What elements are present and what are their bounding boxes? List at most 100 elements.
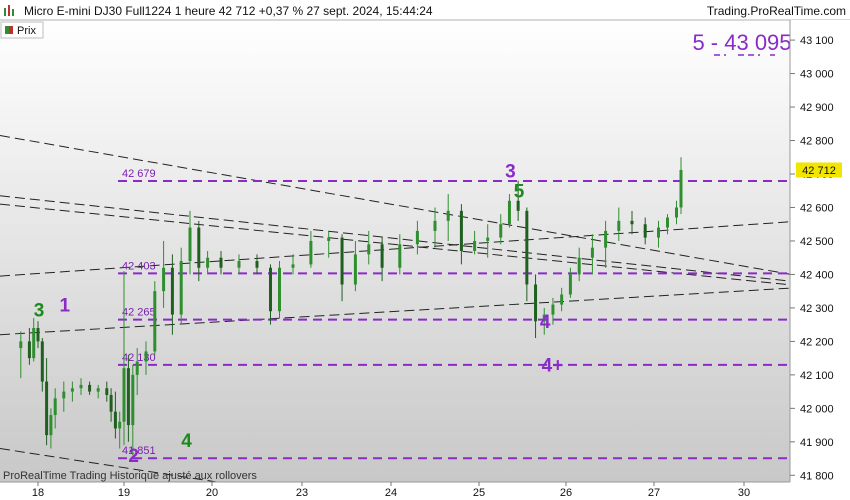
candle-body-53 [534, 284, 538, 322]
level-label-2: 42 403 [122, 260, 156, 272]
candle-body-17 [118, 421, 122, 429]
wave-label-1: 3 [34, 300, 45, 321]
x-tick-label-8: 27 [648, 487, 660, 499]
footer-text: ProRealTime Trading Historique ajusté au… [3, 470, 257, 482]
candle-body-31 [237, 261, 241, 268]
candle-body-23 [153, 291, 157, 352]
y-tick-label-6: 42 600 [800, 202, 834, 214]
x-tick-label-4: 23 [296, 487, 308, 499]
target-label: 5 - 43 095 [692, 30, 792, 56]
candle-body-40 [367, 244, 371, 255]
candle-body-50 [507, 200, 511, 225]
wave-label-3: 2 [128, 446, 139, 467]
candle-body-9 [62, 391, 66, 399]
y-tick-label-4: 42 800 [800, 136, 834, 148]
candle-body-61 [617, 220, 621, 231]
level-label-4: 42 130 [122, 352, 156, 364]
candle-body-39 [353, 254, 357, 285]
last-price-tag: 42 712 [796, 162, 842, 178]
candle-body-59 [590, 247, 594, 258]
x-tick-label-5: 24 [385, 487, 397, 499]
candle-body-46 [459, 210, 463, 251]
candle-body-47 [473, 240, 477, 251]
candle-body-11 [79, 384, 83, 389]
candle-body-18 [122, 368, 126, 422]
wave-label-6: 5 [514, 181, 525, 202]
candle-body-10 [70, 388, 74, 392]
candle-23 [153, 281, 157, 355]
candle-body-5 [40, 341, 44, 382]
candle-body-33 [269, 267, 272, 312]
candle-body-16 [113, 411, 117, 429]
chart-svg: 42 67942 40342 26542 13041 851 3 1243544+… [0, 0, 850, 500]
candle-body-36 [309, 240, 313, 265]
x-tick-label-2: 19 [118, 487, 130, 499]
chart-title: Micro E-mini DJ30 Full1224 1 heure 42 71… [24, 4, 433, 18]
y-tick-label-11: 42 100 [800, 370, 834, 382]
candle-body-66 [675, 207, 678, 218]
candle-body-37 [327, 237, 331, 241]
candle-body-35 [291, 264, 295, 268]
candle-body-4 [36, 328, 40, 342]
y-tick-label-13: 41 900 [800, 437, 834, 449]
candle-body-52 [525, 210, 529, 285]
y-tick-label-10: 42 200 [800, 336, 834, 348]
y-tick-label-8: 42 400 [800, 269, 834, 281]
candle-body-55 [551, 304, 555, 315]
brand-label: Trading.ProRealTime.com [707, 4, 846, 18]
candle-body-7 [49, 415, 53, 436]
candle-body-62 [630, 220, 634, 225]
candle-body-20 [131, 374, 135, 426]
candle-body-64 [657, 227, 660, 238]
candle-body-67 [679, 169, 683, 208]
candle-body-8 [53, 398, 57, 416]
plot-background [0, 20, 790, 482]
wave-label-2: 1 [60, 295, 71, 316]
candle-body-45 [446, 210, 450, 221]
candle-body-63 [643, 224, 647, 238]
y-tick-label-3: 42 900 [800, 102, 834, 114]
candle-34 [278, 261, 281, 318]
candle-body-22 [144, 351, 148, 362]
candle-body-49 [499, 224, 503, 238]
candle-body-60 [604, 230, 608, 248]
candle-body-42 [398, 244, 402, 268]
candle-body-41 [380, 244, 384, 268]
y-axis-panel [790, 20, 850, 500]
candle-body-56 [560, 294, 564, 305]
candle-body-32 [255, 261, 259, 268]
candle-body-58 [577, 257, 581, 275]
candle-body-12 [88, 384, 92, 392]
candle-body-43 [415, 230, 419, 245]
candle-body-44 [433, 220, 437, 231]
chart-root: 42 679 42 403 42 265 42 130 41 851 3 1 2 4 3 5 4 4+… [0, 0, 850, 500]
price-tag-text: 42 712 [802, 165, 836, 177]
target-text: 5 - 43 095 [692, 30, 791, 55]
wave-label-8: 4+ [542, 356, 564, 377]
x-tick-label-6: 25 [473, 487, 485, 499]
wave-label-7: 4 [540, 312, 551, 333]
y-tick-label-14: 41 800 [800, 470, 834, 482]
candle-body-28 [197, 227, 201, 268]
legend-label: Prix [17, 25, 36, 37]
candle-body-25 [170, 267, 174, 315]
candle-body-48 [486, 237, 490, 241]
y-tick-label-9: 42 300 [800, 303, 834, 315]
y-tick-label-1: 43 100 [800, 35, 834, 47]
candle-body-19 [126, 368, 130, 426]
x-tick-label-9: 30 [738, 487, 750, 499]
y-tick-label-12: 42 000 [800, 403, 834, 415]
candle-body-14 [105, 388, 109, 395]
x-tick-label-3: 20 [206, 487, 218, 499]
wave-label-4: 4 [181, 431, 192, 452]
candle-body-24 [162, 267, 166, 292]
legend-prix[interactable]: Prix [0, 21, 44, 39]
candle-body-15 [109, 394, 113, 412]
candle-body-29 [206, 257, 210, 268]
level-label-1: 42 679 [122, 168, 156, 180]
candle-body-27 [188, 227, 192, 262]
candle-body-3 [32, 328, 36, 359]
level-label-3: 42 265 [122, 307, 156, 319]
candle-body-34 [278, 267, 281, 312]
candle-body-65 [666, 217, 669, 228]
